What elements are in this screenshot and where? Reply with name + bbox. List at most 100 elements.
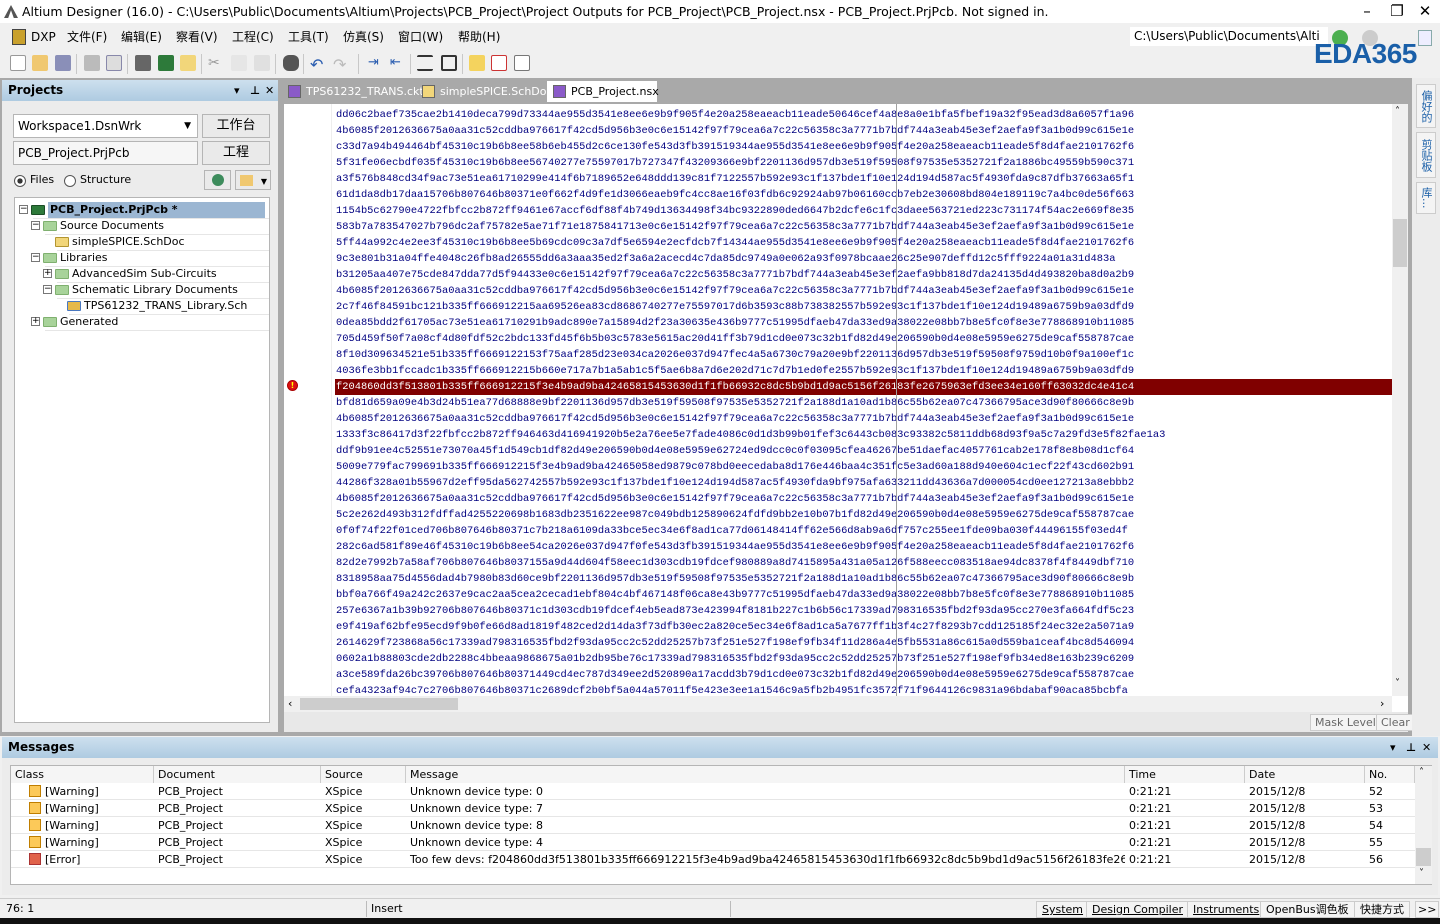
code-line[interactable]: 4b6085f2012636675a0aa31c52cddba976617f42… — [335, 283, 1392, 299]
print-preview-icon[interactable] — [106, 55, 122, 71]
tree-item[interactable]: simpleSPICE.SchDoc — [72, 234, 185, 250]
code-line[interactable]: e9f419af62bfe95ecd9f9b0fe66d8ad1819f482c… — [335, 619, 1392, 635]
code-line[interactable]: 257e6367a1b39b92706b807646b80371c1d303cd… — [335, 603, 1392, 619]
code-line[interactable]: 44286f328a01b55967d2eff95da562742557b592… — [335, 475, 1392, 491]
indent-icon[interactable]: ⇥ — [368, 55, 384, 71]
tree-item[interactable]: AdvancedSim Sub-Circuits — [72, 266, 217, 282]
code-line[interactable]: 1333f3c86417d3f22fbfcc2b872ff946463d4169… — [335, 427, 1392, 443]
message-row[interactable]: [Warning] PCB_Project XSpice Unknown device… — [11, 800, 1415, 817]
mask-level-button[interactable]: Mask Level — [1310, 714, 1381, 731]
find-icon[interactable] — [283, 55, 299, 71]
refresh-icon[interactable] — [1418, 30, 1432, 46]
menu-file[interactable]: 文件(F) — [67, 25, 107, 49]
code-line[interactable]: 2c7f46f84591bc121b335ff666912215aa69526e… — [335, 299, 1392, 315]
schematic-icon[interactable] — [180, 55, 196, 71]
workspace-button[interactable]: 工作台 — [202, 114, 270, 138]
system-panel-button[interactable]: System — [1036, 901, 1090, 918]
collapse-icon[interactable]: − — [19, 205, 28, 214]
structure-radio[interactable] — [64, 175, 76, 187]
panel-close-icon[interactable]: ✕ — [1422, 737, 1431, 758]
report-icon[interactable] — [491, 55, 507, 71]
scroll-down-icon[interactable]: ˅ — [1419, 868, 1424, 879]
menu-window[interactable]: 窗口(W) — [398, 25, 443, 49]
vertical-scrollbar[interactable]: ˄ ˅ — [1392, 104, 1408, 696]
code-line[interactable]: 4b6085f2012636675a0aa31c52cddba976617f42… — [335, 491, 1392, 507]
print-icon[interactable] — [84, 55, 100, 71]
compile-icon-button[interactable] — [204, 170, 231, 190]
code-line[interactable]: 1154b5c62790e4722fbfcc2b872ff9461e67accf… — [335, 203, 1392, 219]
menu-view[interactable]: 察看(V) — [176, 25, 218, 49]
pin-icon[interactable]: ⊥ — [250, 80, 260, 101]
outdent-icon[interactable]: ⇤ — [390, 55, 406, 71]
column-header[interactable]: Time — [1125, 766, 1245, 783]
error-line[interactable]: f204860dd3f513801b335ff666912215f3e4b9ad… — [335, 379, 1392, 395]
workspace-select[interactable]: Workspace1.DsnWrk ▼ — [13, 114, 198, 138]
doc-tab[interactable]: TPS61232_TRANS.ckt — [282, 81, 424, 102]
tree-item[interactable]: Libraries — [60, 250, 108, 266]
hscroll-thumb[interactable] — [300, 698, 458, 710]
code-line[interactable]: 4b6085f2012636675a0aa31c52cddba976617f42… — [335, 411, 1392, 427]
menu-tools[interactable]: 工具(T) — [288, 25, 329, 49]
tab-libraries[interactable]: 库... — [1416, 182, 1436, 214]
message-row[interactable]: [Warning] PCB_Project XSpice Unknown device… — [11, 817, 1415, 834]
collapse-icon[interactable]: − — [43, 285, 52, 294]
redo-icon[interactable]: ↷ — [333, 55, 349, 74]
text-editor[interactable]: ! dd06c2baef735cae2b1410deca799d73344ae9… — [284, 104, 1408, 712]
new-icon[interactable] — [10, 55, 26, 71]
scroll-thumb[interactable] — [1393, 219, 1407, 267]
tree-item[interactable]: TPS61232_TRANS_Library.Sch — [84, 298, 247, 314]
code-line[interactable]: 5f31fe06ecbdf035f45310c19b6b8ee56740277e… — [335, 155, 1392, 171]
messages-scrollbar[interactable]: ˄ ˅ — [1415, 766, 1432, 884]
undo-icon[interactable]: ↶ — [310, 55, 326, 74]
minimize-button[interactable]: – — [1352, 0, 1382, 23]
code-line[interactable]: cefa4323af94c7c2706b807646b80371c2689dcf… — [335, 683, 1392, 696]
expand-icon[interactable]: + — [31, 317, 40, 326]
code-line[interactable]: 282c6ad581f89e46f45310c19b6b8ee54ca2026e… — [335, 539, 1392, 555]
menu-edit[interactable]: 编辑(E) — [121, 25, 162, 49]
component-icon[interactable] — [135, 55, 151, 71]
edit-icon[interactable] — [469, 55, 485, 71]
code-line[interactable]: 5009e779fac799691b335ff666912215f3e4b9ad… — [335, 459, 1392, 475]
tree-item[interactable]: Generated — [60, 314, 118, 330]
code-line[interactable]: 0602a1b88803cde2db2288c4bbeaa9868675a01b… — [335, 651, 1392, 667]
openbus-palette-button[interactable]: OpenBus调色板 — [1260, 901, 1355, 918]
code-line[interactable]: 5c2e262d493b312fdffad4255220698b1683db23… — [335, 507, 1392, 523]
clear-button[interactable]: Clear — [1376, 714, 1415, 731]
tree-item[interactable]: Schematic Library Documents — [72, 282, 238, 298]
save-icon[interactable] — [55, 55, 71, 71]
scroll-up-icon[interactable]: ˄ — [1419, 767, 1424, 778]
open-project-button[interactable]: ▼ — [235, 170, 271, 190]
collapse-icon[interactable]: − — [31, 221, 40, 230]
code-line[interactable]: dd06c2baef735cae2b1410deca799d73344ae955… — [335, 107, 1392, 123]
open-icon[interactable] — [32, 55, 48, 71]
scroll-down-icon[interactable]: ˅ — [1395, 678, 1400, 689]
design-compiler-panel-button[interactable]: Design Compiler — [1086, 901, 1189, 918]
collapse-icon[interactable]: − — [31, 253, 40, 262]
code-line[interactable]: 0f0f74f22f01ced706b807646b80371c7b218a61… — [335, 523, 1392, 539]
column-header[interactable]: No. — [1365, 766, 1415, 783]
menu-project[interactable]: 工程(C) — [232, 25, 274, 49]
column-header[interactable]: Date — [1245, 766, 1365, 783]
tree-item[interactable]: PCB_Project.PrjPcb * — [48, 202, 265, 218]
path-combo[interactable]: C:\Users\Public\Documents\Alti — [1130, 27, 1328, 46]
pin-icon[interactable]: ⊥ — [1406, 737, 1416, 758]
tab-clipboard[interactable]: 剪贴板 — [1416, 132, 1436, 178]
code-line[interactable]: c33d7a94b494464bf45310c19b6b8ee58b6eb455… — [335, 139, 1392, 155]
column-header[interactable]: Source — [321, 766, 406, 783]
expand-icon[interactable]: + — [43, 269, 52, 278]
code-line[interactable]: 82d2e7992b7a58af706b807646b8037155a9d44d… — [335, 555, 1392, 571]
message-row[interactable]: [Error] PCB_Project XSpice Too few devs: f2… — [11, 851, 1415, 868]
list-icon[interactable] — [514, 55, 530, 71]
menu-dxp[interactable]: DXP — [31, 25, 56, 49]
code-line[interactable]: 2614629f723868a56c17339ad798316535fbd2f9… — [335, 635, 1392, 651]
code-line[interactable]: a3f576b848cd34f9ac73e51ea61710299e414f6b… — [335, 171, 1392, 187]
code-line[interactable]: bfd81d659a09e4b3d24b51ea77d68888e9bf2201… — [335, 395, 1392, 411]
panel-menu-icon[interactable]: ▾ — [234, 80, 240, 101]
pcb-icon[interactable] — [158, 55, 174, 71]
align-top-icon[interactable] — [417, 55, 433, 71]
code-line[interactable]: 61d1da8db17daa15706b807646b80371e0f662f4… — [335, 187, 1392, 203]
message-row[interactable]: [Warning] PCB_Project XSpice Unknown device… — [11, 834, 1415, 851]
code-line[interactable]: 0dea85bdd2f61705ac73e51ea61710291b9adc89… — [335, 315, 1392, 331]
scroll-thumb[interactable] — [1416, 848, 1431, 866]
code-line[interactable]: ddf9b91ee4c52551e73070a45f1d549cb1df82d4… — [335, 443, 1392, 459]
